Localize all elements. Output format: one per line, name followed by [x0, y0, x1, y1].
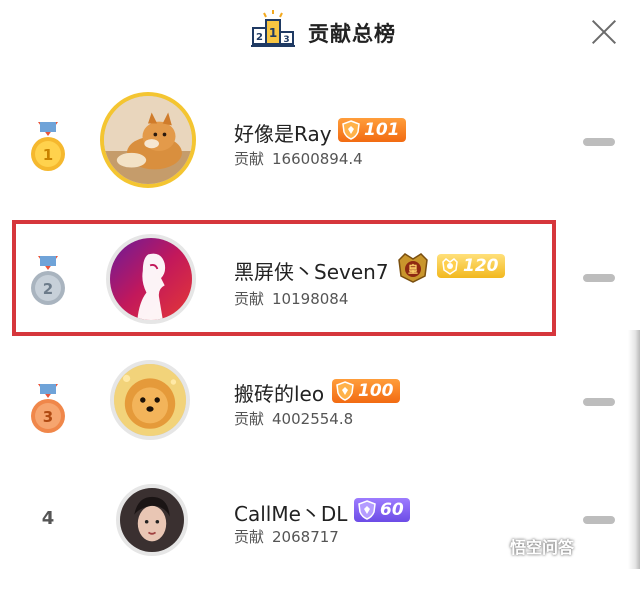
level-value: 101 — [364, 120, 400, 140]
row-menu-handle[interactable] — [583, 398, 615, 406]
contribution-value: 16600894.4 — [272, 150, 363, 168]
podium-icon: 1 2 3 — [251, 10, 295, 47]
silver-medal-icon: 2 — [31, 256, 65, 305]
avatar[interactable] — [110, 360, 190, 440]
wukong-logo-icon — [479, 533, 503, 557]
user-name[interactable]: 搬砖的leo — [234, 378, 324, 407]
avatar[interactable] — [106, 234, 196, 324]
crown-emblem-icon: 皇 — [398, 253, 428, 283]
close-button[interactable] — [588, 16, 620, 48]
red-silhouette-avatar — [110, 238, 192, 320]
contribution-label: 贡献 — [234, 150, 265, 168]
bronze-medal-icon: 3 — [31, 384, 65, 433]
medal-rank: 1 — [43, 146, 53, 164]
gold-medal-icon: 1 — [31, 122, 65, 171]
medal-rank: 3 — [43, 408, 53, 426]
row-menu-handle[interactable] — [583, 138, 615, 146]
contribution: 贡献 16600894.4 — [234, 148, 363, 169]
level-value: 120 — [463, 256, 499, 276]
avatar[interactable] — [116, 484, 188, 556]
leaderboard-row-3[interactable]: 3 搬砖的leo 100 贡献 4002554.8 — [0, 346, 640, 476]
podium-digit: 2 — [256, 32, 263, 43]
svg-text:皇: 皇 — [408, 263, 418, 276]
watermark-text: 悟空问答 — [510, 538, 575, 557]
user-name[interactable]: 好像是Ray — [234, 118, 332, 147]
contribution: 贡献 2068717 — [234, 526, 339, 547]
pomeranian-avatar — [114, 364, 186, 436]
crown-shield-icon — [442, 258, 458, 275]
contribution-value: 2068717 — [272, 528, 339, 546]
contribution-value: 4002554.8 — [272, 410, 354, 428]
user-name[interactable]: 黑屏侠丶Seven7 — [234, 256, 389, 285]
level-badge: 101 — [338, 118, 406, 142]
shield-icon — [358, 500, 376, 520]
row-menu-handle[interactable] — [583, 274, 615, 282]
leaderboard-row-2[interactable]: 2 黑屏侠丶Seven7 皇 120 贡献 10198084 — [0, 214, 640, 344]
level-badge: 100 — [332, 379, 400, 403]
contribution-label: 贡献 — [234, 410, 265, 428]
rank-number: 4 — [41, 508, 55, 529]
medal-rank: 2 — [43, 280, 53, 298]
leaderboard-row-1[interactable]: 1 好像是Ray 101 贡献 16600894.4 — [0, 82, 640, 212]
level-value: 60 — [380, 500, 404, 520]
podium-digit: 1 — [269, 26, 277, 40]
contribution-label: 贡献 — [234, 290, 265, 308]
row-menu-handle[interactable] — [583, 516, 615, 524]
contribution: 贡献 10198084 — [234, 288, 348, 309]
woman-portrait-avatar — [120, 488, 184, 552]
contribution-label: 贡献 — [234, 528, 265, 546]
shiba-dog-avatar — [104, 96, 192, 184]
level-badge: 120 — [437, 254, 505, 278]
page-title: 贡献总榜 — [308, 22, 396, 46]
user-name[interactable]: CallMe丶DL — [234, 498, 347, 527]
leaderboard-header: 1 2 3 贡献总榜 — [0, 0, 640, 64]
level-value: 100 — [358, 381, 394, 401]
shield-icon — [336, 381, 354, 401]
podium-digit: 3 — [283, 35, 289, 45]
page-edge-shadow — [628, 330, 640, 569]
contribution: 贡献 4002554.8 — [234, 408, 353, 429]
shield-icon — [342, 120, 360, 140]
avatar[interactable] — [100, 92, 196, 188]
contribution-value: 10198084 — [272, 290, 349, 308]
level-badge: 60 — [354, 498, 410, 522]
